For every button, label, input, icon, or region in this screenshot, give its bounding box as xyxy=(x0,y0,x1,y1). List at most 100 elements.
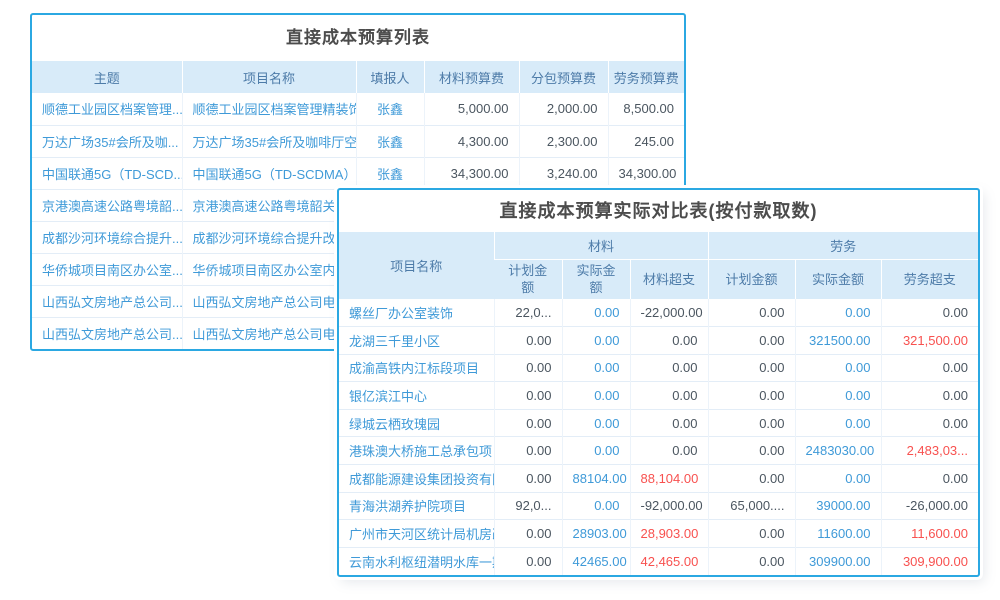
material-actual-link[interactable]: 42465.00 xyxy=(562,547,630,575)
subject-link[interactable]: 京港澳高速公路粤境韶... xyxy=(32,189,182,221)
labor-overrun-value: 309,900.00 xyxy=(881,547,978,575)
labor-plan-value: 0.00 xyxy=(708,520,795,548)
material-overrun-value: 88,104.00 xyxy=(630,465,708,493)
project-link[interactable]: 螺丝厂办公室装饰 xyxy=(339,299,494,327)
project-link[interactable]: 银亿滨江中心 xyxy=(339,382,494,410)
project-link[interactable]: 中国联通5G（TD-SCDMA）... xyxy=(182,157,356,189)
labor-plan-value: 0.00 xyxy=(708,354,795,382)
project-link[interactable]: 山西弘文房地产总公司电 xyxy=(182,285,356,317)
material-actual-link[interactable]: 0.00 xyxy=(562,409,630,437)
material-overrun-value: 0.00 xyxy=(630,437,708,465)
labor-actual-link[interactable]: 309900.00 xyxy=(795,547,881,575)
table-row: 中国联通5G（TD-SCD... 中国联通5G（TD-SCDMA）... 张鑫 … xyxy=(32,157,684,189)
subject-link[interactable]: 顺德工业园区档案管理... xyxy=(32,93,182,125)
labor-actual-link[interactable]: 0.00 xyxy=(795,409,881,437)
comparison-window: 直接成本预算实际对比表(按付款取数) 项目名称 材料 劳务 计划金额 实际金额 … xyxy=(337,188,980,577)
column-header-labor-budget: 劳务预算费 xyxy=(608,61,684,93)
subcontract-budget-value: 3,240.00 xyxy=(519,157,608,189)
column-header-material-plan: 计划金额 xyxy=(494,259,562,299)
material-plan-value: 0.00 xyxy=(494,437,562,465)
table-row: 龙湖三千里小区 0.00 0.00 0.00 0.00 321500.00 32… xyxy=(339,327,978,355)
labor-actual-link[interactable]: 321500.00 xyxy=(795,327,881,355)
labor-actual-link[interactable]: 0.00 xyxy=(795,465,881,493)
subject-link[interactable]: 万达广场35#会所及咖... xyxy=(32,125,182,157)
subcontract-budget-value: 2,000.00 xyxy=(519,93,608,125)
material-plan-value: 0.00 xyxy=(494,409,562,437)
table-row: 顺德工业园区档案管理... 顺德工业园区档案管理精装饰... 张鑫 5,000.… xyxy=(32,93,684,125)
subject-link[interactable]: 中国联通5G（TD-SCD... xyxy=(32,157,182,189)
material-budget-value: 5,000.00 xyxy=(424,93,519,125)
table-row: 成渝高铁内江标段项目 0.00 0.00 0.00 0.00 0.00 0.00 xyxy=(339,354,978,382)
labor-actual-link[interactable]: 0.00 xyxy=(795,299,881,327)
material-plan-value: 0.00 xyxy=(494,547,562,575)
column-header-subcontract-budget: 分包预算费 xyxy=(519,61,608,93)
project-link[interactable]: 广州市天河区统计局机房改造 xyxy=(339,520,494,548)
project-link[interactable]: 龙湖三千里小区 xyxy=(339,327,494,355)
material-actual-link[interactable]: 0.00 xyxy=(562,492,630,520)
project-link[interactable]: 华侨城项目南区办公室内 xyxy=(182,253,356,285)
group-header-material: 材料 xyxy=(494,232,708,259)
material-plan-value: 0.00 xyxy=(494,465,562,493)
labor-actual-link[interactable]: 0.00 xyxy=(795,382,881,410)
material-plan-value: 0.00 xyxy=(494,327,562,355)
subcontract-budget-value: 2,300.00 xyxy=(519,125,608,157)
labor-actual-link[interactable]: 11600.00 xyxy=(795,520,881,548)
group-header-labor: 劳务 xyxy=(708,232,978,259)
column-header-project: 项目名称 xyxy=(182,61,356,93)
project-link[interactable]: 云南水利枢纽潜明水库一期工 xyxy=(339,547,494,575)
project-link[interactable]: 青海洪湖养护院项目 xyxy=(339,492,494,520)
project-link[interactable]: 顺德工业园区档案管理精装饰... xyxy=(182,93,356,125)
material-actual-link[interactable]: 28903.00 xyxy=(562,520,630,548)
labor-plan-value: 65,000.... xyxy=(708,492,795,520)
reporter-link[interactable]: 张鑫 xyxy=(356,157,424,189)
table-row: 青海洪湖养护院项目 92,0... 0.00 -92,000.00 65,000… xyxy=(339,492,978,520)
subject-link[interactable]: 华侨城项目南区办公室... xyxy=(32,253,182,285)
labor-overrun-value: -26,000.00 xyxy=(881,492,978,520)
material-plan-value: 0.00 xyxy=(494,354,562,382)
column-header-reporter: 填报人 xyxy=(356,61,424,93)
project-link[interactable]: 山西弘文房地产总公司电 xyxy=(182,317,356,349)
project-link[interactable]: 京港澳高速公路粤境韶关 xyxy=(182,189,356,221)
material-actual-link[interactable]: 0.00 xyxy=(562,327,630,355)
material-actual-link[interactable]: 0.00 xyxy=(562,299,630,327)
project-link[interactable]: 成渝高铁内江标段项目 xyxy=(339,354,494,382)
subject-link[interactable]: 山西弘文房地产总公司... xyxy=(32,285,182,317)
subject-link[interactable]: 山西弘文房地产总公司... xyxy=(32,317,182,349)
subject-link[interactable]: 成都沙河环境综合提升... xyxy=(32,221,182,253)
budget-list-title: 直接成本预算列表 xyxy=(32,15,684,61)
material-budget-value: 34,300.00 xyxy=(424,157,519,189)
material-overrun-value: -92,000.00 xyxy=(630,492,708,520)
labor-overrun-value: 2,483,03... xyxy=(881,437,978,465)
table-row: 云南水利枢纽潜明水库一期工 0.00 42465.00 42,465.00 0.… xyxy=(339,547,978,575)
labor-actual-link[interactable]: 2483030.00 xyxy=(795,437,881,465)
project-link[interactable]: 绿城云栖玫瑰园 xyxy=(339,409,494,437)
labor-overrun-value: 0.00 xyxy=(881,382,978,410)
table-row: 成都能源建设集团投资有限公 0.00 88104.00 88,104.00 0.… xyxy=(339,465,978,493)
column-header-material-budget: 材料预算费 xyxy=(424,61,519,93)
material-actual-link[interactable]: 0.00 xyxy=(562,354,630,382)
reporter-link[interactable]: 张鑫 xyxy=(356,93,424,125)
material-overrun-value: 0.00 xyxy=(630,327,708,355)
labor-actual-link[interactable]: 0.00 xyxy=(795,354,881,382)
project-link[interactable]: 成都能源建设集团投资有限公 xyxy=(339,465,494,493)
reporter-link[interactable]: 张鑫 xyxy=(356,125,424,157)
project-link[interactable]: 万达广场35#会所及咖啡厅空... xyxy=(182,125,356,157)
table-row: 银亿滨江中心 0.00 0.00 0.00 0.00 0.00 0.00 xyxy=(339,382,978,410)
material-plan-value: 0.00 xyxy=(494,520,562,548)
project-link[interactable]: 成都沙河环境综合提升改 xyxy=(182,221,356,253)
labor-actual-link[interactable]: 39000.00 xyxy=(795,492,881,520)
material-overrun-value: -22,000.00 xyxy=(630,299,708,327)
column-header-labor-overrun: 劳务超支 xyxy=(881,259,978,299)
labor-budget-value: 245.00 xyxy=(608,125,684,157)
labor-plan-value: 0.00 xyxy=(708,437,795,465)
material-actual-link[interactable]: 0.00 xyxy=(562,437,630,465)
project-link[interactable]: 港珠澳大桥施工总承包项目 xyxy=(339,437,494,465)
material-actual-link[interactable]: 88104.00 xyxy=(562,465,630,493)
comparison-group-header-row: 项目名称 材料 劳务 xyxy=(339,232,978,259)
labor-budget-value: 34,300.00 xyxy=(608,157,684,189)
labor-plan-value: 0.00 xyxy=(708,382,795,410)
material-actual-link[interactable]: 0.00 xyxy=(562,382,630,410)
labor-overrun-value: 0.00 xyxy=(881,299,978,327)
column-header-material-actual: 实际金额 xyxy=(562,259,630,299)
material-overrun-value: 0.00 xyxy=(630,382,708,410)
